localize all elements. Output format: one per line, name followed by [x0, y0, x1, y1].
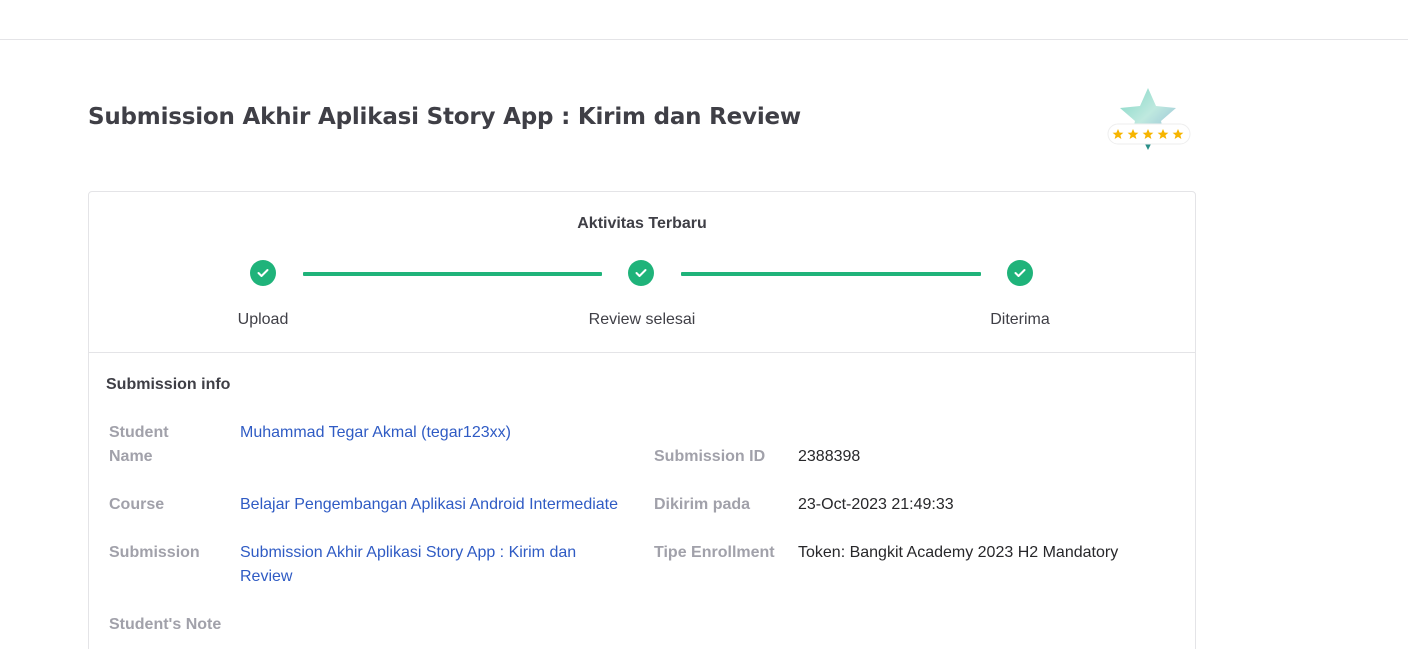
top-navigation-bar [0, 0, 1408, 40]
submission-card: Aktivitas Terbaru Upload Review selesai … [88, 191, 1196, 649]
activity-title: Aktivitas Terbaru [577, 215, 707, 232]
sent-at-value: 23-Oct-2023 21:49:33 [798, 496, 954, 513]
progress-line-1 [303, 272, 602, 276]
enrollment-type-value: Token: Bangkit Academy 2023 H2 Mandatory [798, 544, 1119, 561]
submission-id-label: Submission ID [654, 448, 766, 465]
enrollment-type-label: Tipe Enrollment [654, 544, 775, 561]
step-upload-check-icon [250, 260, 276, 286]
student-name-link[interactable]: Muhammad Tegar Akmal (tegar123xx) [240, 421, 511, 445]
submission-label: Submission [109, 544, 200, 561]
student-note-label: Student's Note [109, 616, 222, 633]
student-name-label: Student Name [109, 424, 169, 465]
submission-id-value: 2388398 [798, 448, 861, 465]
step-label-upload: Upload [237, 311, 289, 328]
sent-at-label: Dikirim pada [654, 496, 751, 513]
activity-section: Aktivitas Terbaru Upload Review selesai … [89, 192, 1195, 353]
step-review-check-icon [628, 260, 654, 286]
course-link[interactable]: Belajar Pengembangan Aplikasi Android In… [240, 493, 618, 517]
step-label-accepted: Diterima [990, 311, 1050, 328]
step-accepted-check-icon [1007, 260, 1033, 286]
page-title: Submission Akhir Aplikasi Story App : Ki… [88, 104, 801, 130]
star-rating-badge-icon [1104, 84, 1196, 154]
submission-link[interactable]: Submission Akhir Aplikasi Story App : Ki… [240, 541, 610, 589]
step-label-review: Review selesai [588, 311, 696, 328]
course-label: Course [109, 496, 165, 513]
progress-line-2 [681, 272, 981, 276]
submission-info-title: Submission info [106, 376, 231, 393]
